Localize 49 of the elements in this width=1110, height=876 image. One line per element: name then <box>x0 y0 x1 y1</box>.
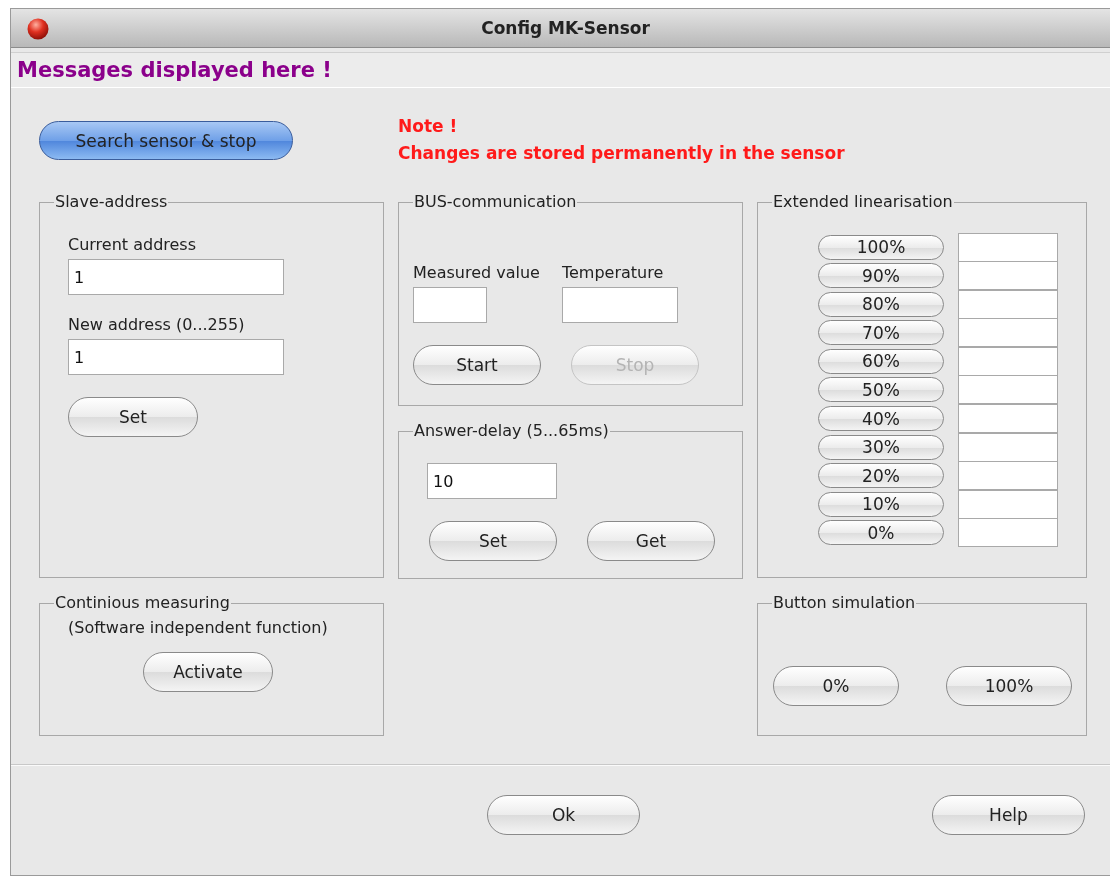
input-field[interactable] <box>958 432 1058 462</box>
percent-button[interactable]: 0% <box>818 520 944 546</box>
field-label: New address (0...255) <box>68 315 246 334</box>
input-field[interactable] <box>958 461 1058 491</box>
input-field[interactable] <box>958 232 1058 262</box>
percent-button[interactable]: 30% <box>818 434 944 460</box>
percent-button[interactable]: 10% <box>818 491 944 517</box>
simulate-button[interactable]: 100% <box>946 666 1072 706</box>
simulate-button[interactable]: 0% <box>773 666 899 706</box>
set-button[interactable]: Set <box>429 521 557 561</box>
field-label: Measured value <box>413 263 540 282</box>
group-subtitle: (Software independent function) <box>68 618 329 637</box>
note-text: Changes are stored permanently in the sensor <box>398 143 845 163</box>
input-field[interactable]: 10 <box>427 463 557 499</box>
input-field[interactable] <box>958 318 1058 348</box>
percent-button[interactable]: 60% <box>818 348 944 374</box>
input-field[interactable] <box>413 287 487 323</box>
input-field[interactable]: 1 <box>68 259 284 295</box>
percent-button[interactable]: 90% <box>818 263 944 289</box>
percent-button[interactable]: 50% <box>818 377 944 403</box>
search-sensor-button[interactable]: Search sensor & stop <box>39 121 293 160</box>
input-field[interactable]: 1 <box>68 339 284 375</box>
window-title: Config MK-Sensor <box>481 18 650 38</box>
close-icon[interactable] <box>27 18 49 40</box>
input-field[interactable] <box>958 489 1058 519</box>
ok-button[interactable]: Ok <box>487 795 640 835</box>
percent-button[interactable]: 100% <box>818 234 944 260</box>
start-button[interactable]: Start <box>413 345 541 385</box>
group-title: Continious measuring <box>54 593 231 612</box>
help-button[interactable]: Help <box>932 795 1085 835</box>
field-label: Current address <box>68 235 198 254</box>
activate-button[interactable]: Activate <box>143 652 273 692</box>
percent-button[interactable]: 70% <box>818 320 944 346</box>
percent-button[interactable]: 80% <box>818 291 944 317</box>
percent-button[interactable]: 20% <box>818 463 944 489</box>
set-button[interactable]: Set <box>68 397 198 437</box>
input-field[interactable] <box>958 261 1058 291</box>
group-title: Answer-delay (5...65ms) <box>413 421 610 440</box>
input-field[interactable] <box>958 404 1058 434</box>
input-field[interactable] <box>561 287 678 323</box>
input-field[interactable] <box>958 289 1058 319</box>
input-field[interactable] <box>958 518 1058 548</box>
get-button[interactable]: Get <box>587 521 715 561</box>
status-message: Messages displayed here ! <box>17 58 332 82</box>
note-title: Note ! <box>398 116 459 136</box>
input-field[interactable] <box>958 346 1058 376</box>
percent-button[interactable]: 40% <box>818 406 944 432</box>
field-label: Temperature <box>561 263 665 282</box>
input-field[interactable] <box>958 375 1058 405</box>
